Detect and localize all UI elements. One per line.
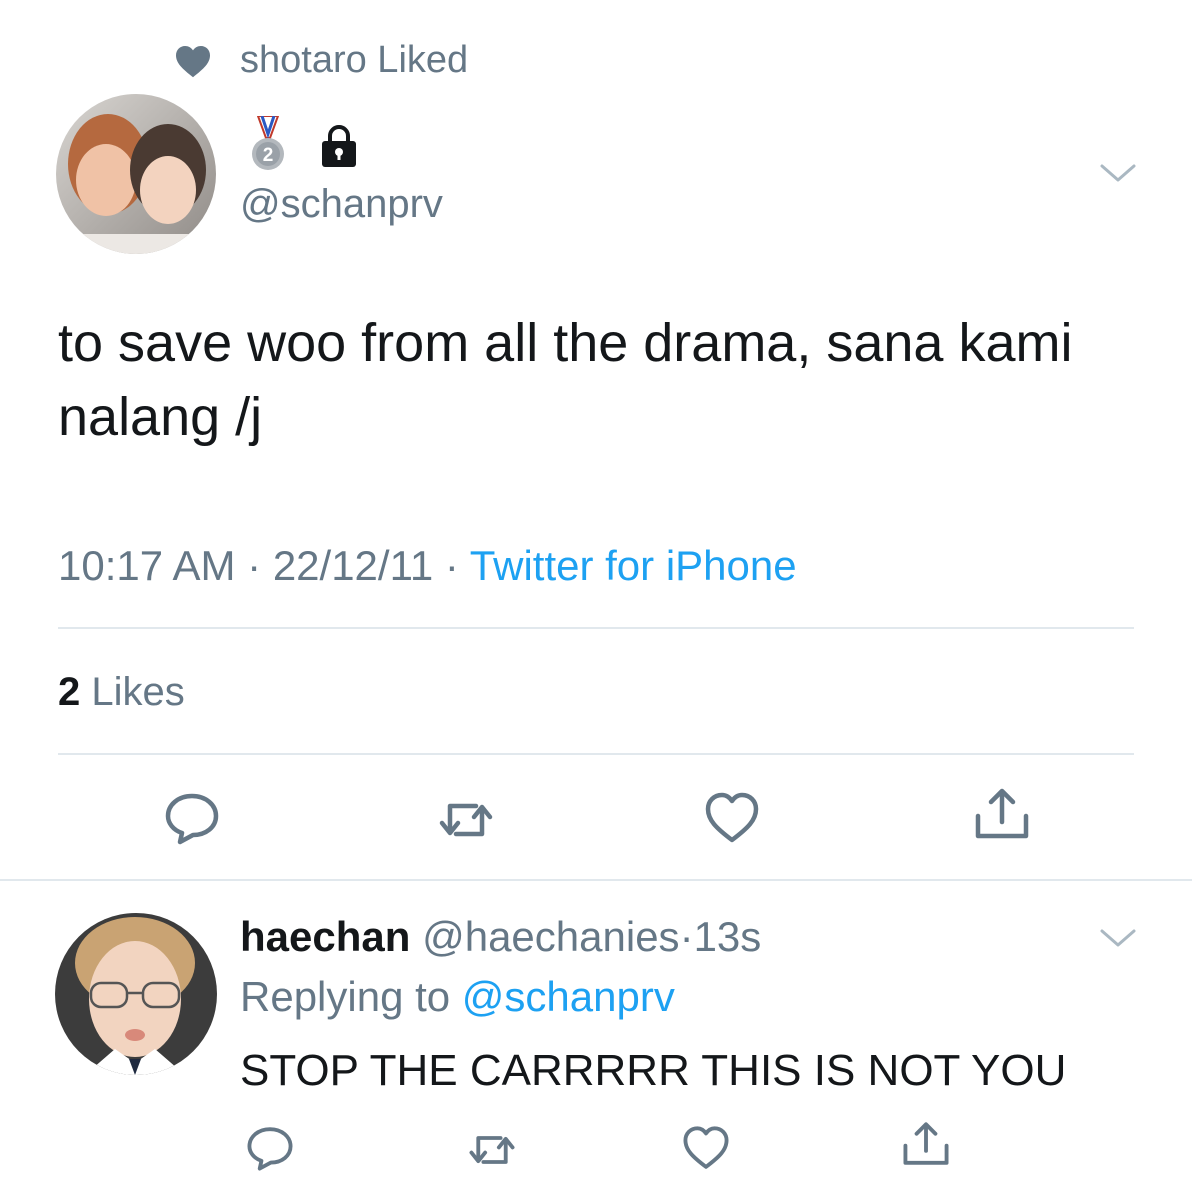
tweet-metadata: 10:17 AM · 22/12/11 · Twitter for iPhone bbox=[58, 540, 797, 592]
reply-text: STOP THE CARRRRR THIS IS NOT YOU bbox=[240, 1046, 1067, 1095]
tweet-date: 22/12/11 bbox=[272, 542, 434, 589]
divider bbox=[0, 879, 1192, 881]
divider bbox=[58, 627, 1134, 629]
replying-label: Replying to bbox=[240, 973, 451, 1020]
medal-number: 2 bbox=[263, 145, 274, 166]
like-icon[interactable] bbox=[702, 790, 762, 846]
retweet-icon[interactable] bbox=[466, 1126, 518, 1174]
tweet-text: to save woo from all the drama, sana kam… bbox=[58, 313, 1073, 447]
lock-icon bbox=[318, 124, 360, 168]
reply-author-handle[interactable]: @haechanies bbox=[422, 913, 679, 960]
tweet-source-link[interactable]: Twitter for iPhone bbox=[470, 542, 797, 589]
meta-separator: · bbox=[247, 542, 262, 589]
reply-header: haechan @haechanies·13s bbox=[240, 912, 761, 962]
social-context-label: shotaro Liked bbox=[240, 39, 469, 81]
share-icon[interactable] bbox=[972, 786, 1032, 842]
author-handle[interactable]: @schanprv bbox=[240, 178, 443, 230]
avatar[interactable] bbox=[56, 94, 216, 254]
tweet-time: 10:17 AM bbox=[58, 542, 236, 589]
chevron-down-icon[interactable] bbox=[1098, 923, 1138, 953]
divider bbox=[58, 753, 1134, 755]
reply-icon[interactable] bbox=[244, 1124, 296, 1172]
chevron-down-icon[interactable] bbox=[1098, 158, 1138, 188]
reply-time: 13s bbox=[693, 913, 762, 960]
reply-icon[interactable] bbox=[162, 790, 222, 846]
likes-number: 2 bbox=[58, 670, 81, 714]
likes-label: Likes bbox=[91, 670, 185, 714]
replying-to: Replying to @schanprv bbox=[240, 972, 675, 1022]
likes-count[interactable]: 2 Likes bbox=[58, 668, 185, 716]
like-icon[interactable] bbox=[680, 1124, 732, 1172]
mention-link[interactable]: @schanprv bbox=[462, 973, 675, 1020]
reply-author-name[interactable]: haechan bbox=[240, 913, 410, 960]
medal-second-place-icon: 2 bbox=[244, 115, 292, 172]
share-icon[interactable] bbox=[900, 1120, 952, 1168]
retweet-icon[interactable] bbox=[436, 792, 496, 848]
meta-separator: · bbox=[679, 913, 694, 960]
avatar[interactable] bbox=[55, 913, 217, 1075]
meta-separator: · bbox=[444, 542, 459, 589]
heart-icon bbox=[174, 44, 212, 78]
